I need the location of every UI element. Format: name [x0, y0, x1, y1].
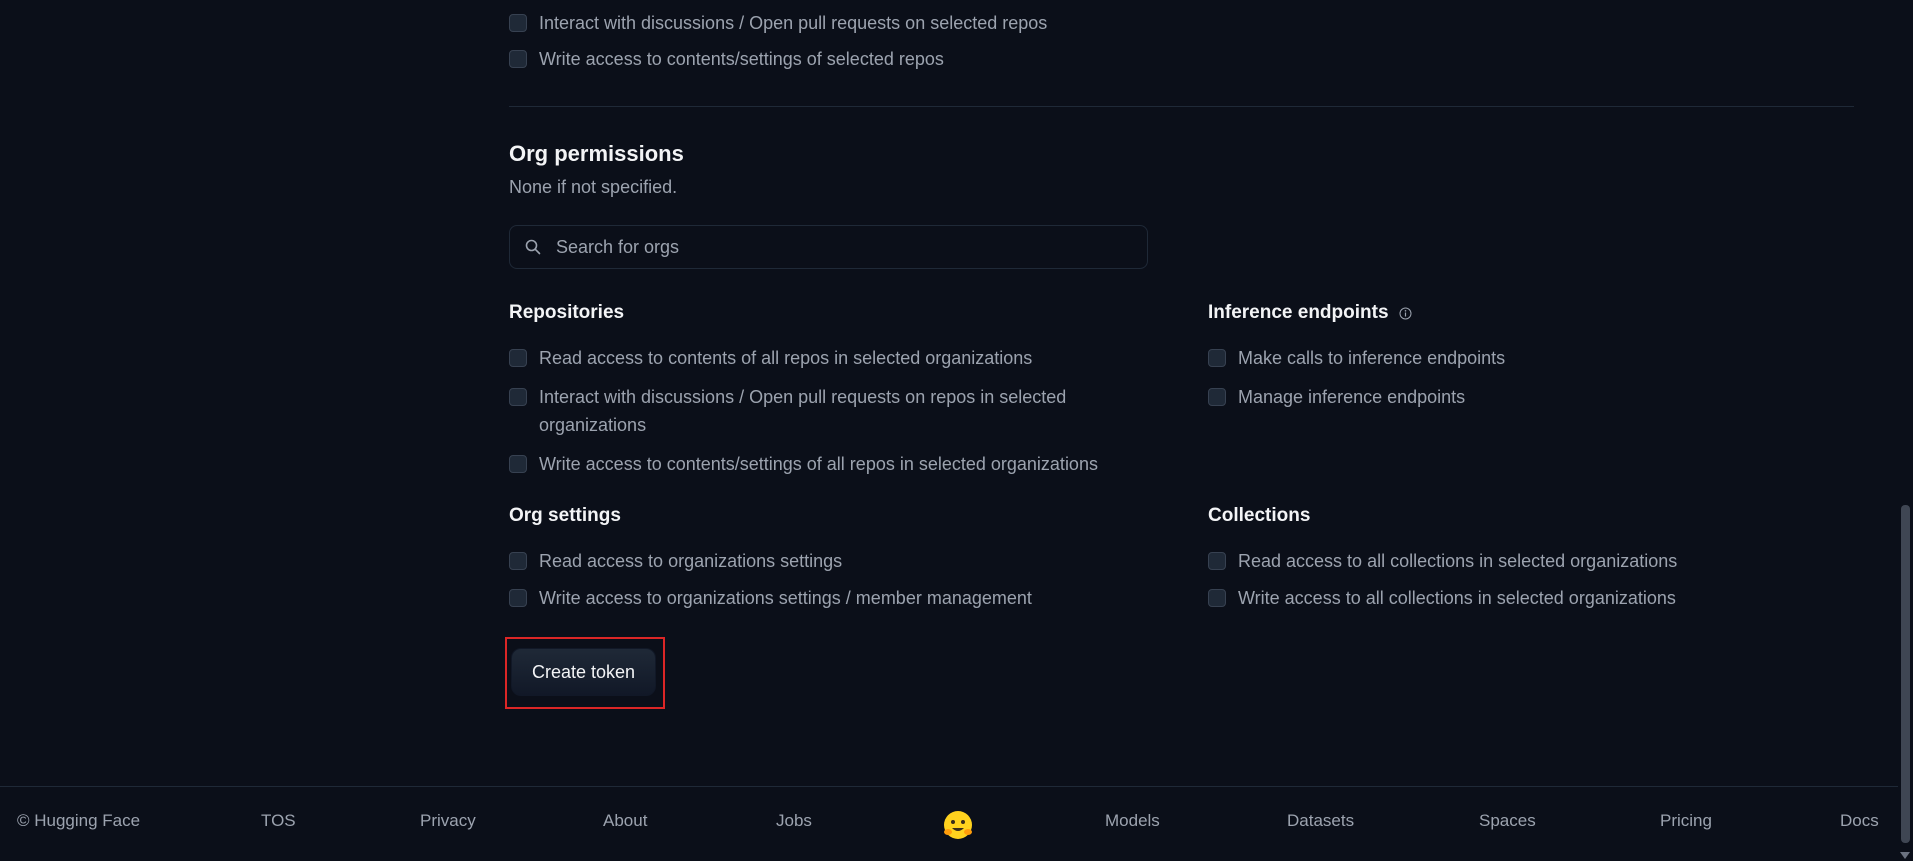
checkbox-row[interactable]: Make calls to inference endpoints	[1208, 344, 1808, 372]
scrollbar[interactable]	[1898, 0, 1913, 861]
scrollbar-thumb[interactable]	[1901, 505, 1910, 843]
page: Interact with discussions / Open pull re…	[0, 0, 1913, 861]
inference-endpoints-group: Inference endpoints Make calls to infere…	[1208, 300, 1808, 411]
collections-group: Collections Read access to all collectio…	[1208, 503, 1808, 612]
checkbox-label: Write access to contents/settings of all…	[539, 454, 1098, 474]
checkbox-label: Read access to organizations settings	[539, 551, 843, 571]
checkbox-label: Interact with discussions / Open pull re…	[539, 13, 1048, 33]
footer-link-pricing[interactable]: Pricing	[1660, 811, 1712, 831]
collections-title: Collections	[1208, 505, 1311, 526]
footer-link-about[interactable]: About	[603, 811, 647, 831]
footer-link-spaces[interactable]: Spaces	[1479, 811, 1536, 831]
org-permissions-subtitle: None if not specified.	[509, 177, 678, 197]
checkbox-row[interactable]: Read access to all collections in select…	[1208, 547, 1808, 575]
footer-link-tos[interactable]: TOS	[261, 811, 296, 831]
checkbox-row[interactable]: Write access to contents/settings of all…	[509, 450, 1109, 478]
org-settings-title: Org settings	[509, 505, 621, 526]
footer-link-docs[interactable]: Docs	[1840, 811, 1879, 831]
checkbox-label: Write access to contents/settings of sel…	[539, 49, 944, 69]
org-settings-group: Org settings Read access to organization…	[509, 503, 1109, 612]
footer-link-models[interactable]: Models	[1105, 811, 1160, 831]
info-icon[interactable]	[1399, 306, 1413, 320]
checkbox-label: Write access to organizations settings /…	[539, 588, 1032, 608]
footer-link-datasets[interactable]: Datasets	[1287, 811, 1354, 831]
checkbox-label: Manage inference endpoints	[1238, 387, 1466, 407]
footer: © Hugging Face TOS Privacy About Jobs Mo…	[0, 786, 1913, 861]
checkbox-row[interactable]: Interact with discussions / Open pull re…	[509, 383, 1069, 439]
inference-endpoints-title: Inference endpoints	[1208, 302, 1389, 323]
checkbox-row[interactable]: Read access to organizations settings	[509, 547, 1109, 575]
inference-endpoints-header: Inference endpoints	[1208, 300, 1808, 326]
search-icon	[524, 238, 542, 256]
checkbox-row[interactable]: Interact with discussions / Open pull re…	[509, 9, 1509, 45]
section-divider	[509, 106, 1854, 107]
checkbox-row[interactable]: Read access to contents of all repos in …	[509, 344, 1109, 372]
scroll-down-arrow-icon[interactable]	[1900, 852, 1910, 859]
checkbox-label: Make calls to inference endpoints	[1238, 348, 1506, 368]
checkbox-label: Interact with discussions / Open pull re…	[539, 387, 1067, 435]
org-search-box[interactable]	[509, 225, 1148, 269]
checkbox[interactable]	[509, 50, 527, 68]
repo-permissions-tail: Interact with discussions / Open pull re…	[509, 9, 1509, 73]
org-permissions-title: Org permissions	[509, 141, 684, 166]
repositories-title: Repositories	[509, 302, 625, 323]
checkbox-label: Read access to contents of all repos in …	[539, 348, 1033, 368]
checkbox-row[interactable]: Write access to all collections in selec…	[1208, 584, 1808, 612]
checkbox[interactable]	[1208, 589, 1226, 607]
hugging-face-logo-icon[interactable]	[940, 807, 976, 843]
checkbox[interactable]	[509, 589, 527, 607]
org-search-input[interactable]	[554, 235, 1138, 259]
repositories-group: Repositories Read access to contents of …	[509, 300, 1109, 478]
footer-link-jobs[interactable]: Jobs	[776, 811, 812, 831]
checkbox[interactable]	[509, 14, 527, 32]
checkbox-row[interactable]: Write access to contents/settings of sel…	[509, 45, 1509, 73]
checkbox-label: Write access to all collections in selec…	[1238, 588, 1676, 608]
checkbox[interactable]	[509, 552, 527, 570]
checkbox[interactable]	[1208, 349, 1226, 367]
footer-copyright[interactable]: © Hugging Face	[17, 811, 140, 831]
checkbox[interactable]	[1208, 552, 1226, 570]
checkbox[interactable]	[509, 388, 527, 406]
checkbox[interactable]	[509, 349, 527, 367]
footer-link-privacy[interactable]: Privacy	[420, 811, 476, 831]
create-token-button[interactable]: Create token	[511, 648, 656, 696]
checkbox[interactable]	[1208, 388, 1226, 406]
checkbox-label: Read access to all collections in select…	[1238, 551, 1678, 571]
checkbox-row[interactable]: Manage inference endpoints	[1208, 383, 1808, 411]
checkbox-row[interactable]: Write access to organizations settings /…	[509, 584, 1109, 612]
checkbox[interactable]	[509, 455, 527, 473]
